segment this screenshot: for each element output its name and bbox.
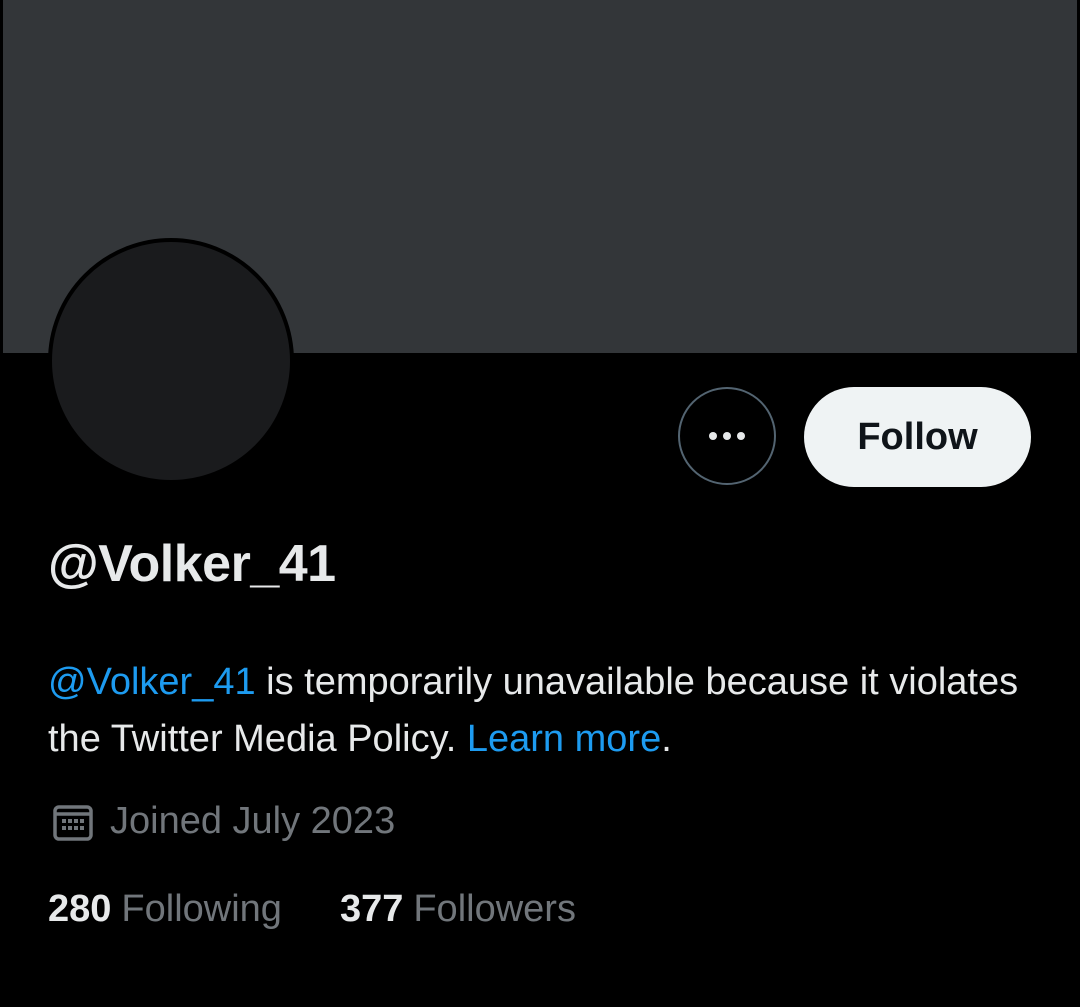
learn-more-link[interactable]: Learn more (467, 718, 661, 760)
joined-label: Joined July 2023 (110, 800, 396, 842)
notice-period: . (661, 718, 672, 760)
followers-count: 377 (339, 888, 404, 930)
more-options-button[interactable] (678, 387, 776, 485)
profile-page: Follow @Volker_41 @Volker_41 is temporar… (0, 0, 1080, 1007)
following-stat[interactable]: 280 Following (48, 888, 282, 931)
calendar-icon (53, 804, 93, 841)
profile-stats: 280 Following 377 Followers (48, 888, 576, 931)
followers-label: Followers (413, 888, 576, 930)
joined-date: Joined July 2023 (52, 800, 395, 843)
avatar[interactable] (48, 238, 294, 484)
unavailable-notice: @Volker_41 is temporarily unavailable be… (48, 654, 1028, 768)
profile-handle: @Volker_41 (48, 535, 336, 593)
following-count: 280 (48, 888, 112, 930)
following-label: Following (121, 888, 282, 930)
more-horizontal-icon (709, 432, 745, 440)
followers-stat[interactable]: 377 Followers (340, 888, 576, 931)
handle-mention-link[interactable]: @Volker_41 (48, 661, 256, 703)
follow-button[interactable]: Follow (804, 387, 1031, 487)
